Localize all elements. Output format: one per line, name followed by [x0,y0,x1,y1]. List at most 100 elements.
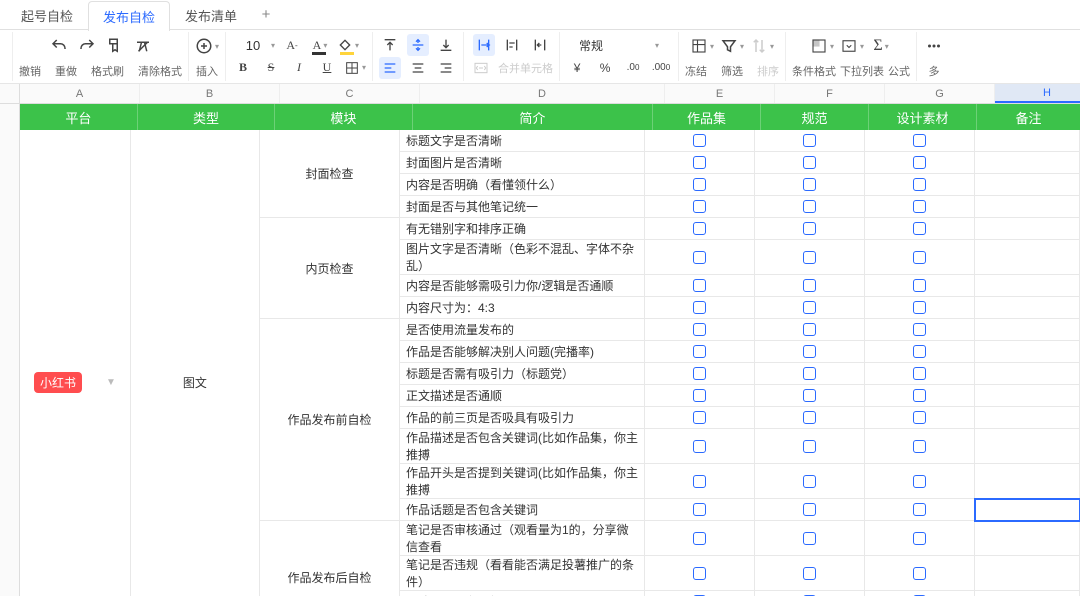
cell-remark[interactable] [975,521,1080,556]
hdr-desc[interactable]: 简介 [413,104,653,130]
hdr-spec[interactable]: 规范 [761,104,869,130]
cell-checkbox[interactable] [865,556,975,591]
checkbox-icon[interactable] [913,367,926,380]
cell-remark[interactable] [975,130,1080,152]
cell-checkbox[interactable] [865,297,975,319]
cell-checkbox[interactable] [865,275,975,297]
checkbox-icon[interactable] [803,251,816,264]
cell-desc[interactable]: 有无错别字和排序正确 [400,218,645,240]
cond-format-button[interactable]: ▾ [810,35,834,57]
cell-checkbox[interactable] [755,521,865,556]
cell-remark[interactable] [975,319,1080,341]
checkbox-icon[interactable] [913,222,926,235]
cell-checkbox[interactable] [645,174,755,196]
checkbox-icon[interactable] [803,532,816,545]
bold-button[interactable]: B [232,57,254,79]
cell-desc[interactable]: 内容是否能够需吸引力你/逻辑是否通顺 [400,275,645,297]
cell-desc[interactable]: 笔记是否违规（看看能否满足投薯推广的条件） [400,556,645,591]
halign-center-button[interactable] [407,57,429,79]
checkbox-icon[interactable] [803,279,816,292]
wrap-clip-button[interactable] [529,34,551,56]
tab-fabuqingdan[interactable]: 发布清单 [170,0,252,30]
corner-cell[interactable] [0,84,20,103]
checkbox-icon[interactable] [913,440,926,453]
cell-desc[interactable]: 作品是否能够解决别人问题(完播率) [400,341,645,363]
underline-button[interactable]: U [316,57,338,79]
checkbox-icon[interactable] [693,279,706,292]
checkbox-icon[interactable] [693,567,706,580]
cell-remark[interactable] [975,363,1080,385]
checkbox-icon[interactable] [693,345,706,358]
wrap-overflow-button[interactable] [473,34,495,56]
hdr-module[interactable]: 模块 [275,104,412,130]
checkbox-icon[interactable] [913,251,926,264]
fill-color-button[interactable]: ▾ [337,34,359,56]
cell-checkbox[interactable] [645,319,755,341]
checkbox-icon[interactable] [913,503,926,516]
checkbox-icon[interactable] [913,389,926,402]
col-G[interactable]: G [885,84,995,103]
cell-remark[interactable] [975,218,1080,240]
cell-checkbox[interactable] [755,319,865,341]
filter-button[interactable]: ▾ [720,35,744,57]
col-H[interactable]: H [995,84,1080,103]
checkbox-icon[interactable] [693,475,706,488]
cell-checkbox[interactable] [755,464,865,499]
cell-checkbox[interactable] [645,556,755,591]
italic-button[interactable]: I [288,57,310,79]
cell-remark[interactable] [975,407,1080,429]
cell-remark[interactable] [975,591,1080,596]
halign-right-button[interactable] [435,57,457,79]
cell-remark[interactable] [975,464,1080,499]
cell-checkbox[interactable] [645,385,755,407]
cell-desc[interactable]: 作品开头是否提到关键词(比如作品集，你主推搏 [400,464,645,499]
cell-checkbox[interactable] [645,521,755,556]
cell-checkbox[interactable] [755,196,865,218]
cell-checkbox[interactable] [755,363,865,385]
checkbox-icon[interactable] [913,411,926,424]
cell-platform[interactable]: 小红书 ▼ [20,130,131,596]
cell-checkbox[interactable] [645,130,755,152]
checkbox-icon[interactable] [803,200,816,213]
spreadsheet-grid[interactable]: 平台 类型 模块 简介 作品集 规范 设计素材 备注 小红书 ▼ 图文 封面检查… [20,104,1080,596]
cell-remark[interactable] [975,152,1080,174]
valign-bottom-button[interactable] [435,34,457,56]
checkbox-icon[interactable] [803,440,816,453]
cell-remark[interactable] [975,174,1080,196]
cell-checkbox[interactable] [865,319,975,341]
currency-button[interactable]: ¥ [566,57,588,79]
checkbox-icon[interactable] [803,389,816,402]
cell-checkbox[interactable] [755,499,865,521]
cell-checkbox[interactable] [865,130,975,152]
checkbox-icon[interactable] [803,567,816,580]
col-D[interactable]: D [420,84,665,103]
formula-button[interactable]: Σ▾ [870,35,892,57]
checkbox-icon[interactable] [913,301,926,314]
cell-checkbox[interactable] [755,130,865,152]
cell-desc[interactable]: 图片文字是否清晰（色彩不混乱、字体不杂乱） [400,240,645,275]
checkbox-icon[interactable] [913,532,926,545]
checkbox-icon[interactable] [803,411,816,424]
checkbox-icon[interactable] [913,323,926,336]
cell-desc[interactable]: 笔记是否审核通过（观看量为1的，分享微信查看 [400,521,645,556]
checkbox-icon[interactable] [913,200,926,213]
strike-button[interactable]: S [260,57,282,79]
cell-checkbox[interactable] [865,363,975,385]
cell-checkbox[interactable] [865,174,975,196]
cell-remark[interactable] [975,429,1080,464]
cell-checkbox[interactable] [645,196,755,218]
wrap-wrap-button[interactable] [501,34,523,56]
col-E[interactable]: E [665,84,775,103]
cell-checkbox[interactable] [755,556,865,591]
cell-checkbox[interactable] [645,218,755,240]
cell-desc[interactable]: 作品描述是否包含关键词(比如作品集，你主推搏 [400,429,645,464]
decimal-dec-button[interactable]: .00 [622,57,644,79]
undo-button[interactable] [48,35,70,57]
percent-button[interactable]: % [594,57,616,79]
cell-module[interactable]: 封面检查 [260,130,400,218]
cell-desc[interactable]: 标题是否需有吸引力（标题党） [400,363,645,385]
checkbox-icon[interactable] [693,251,706,264]
cell-checkbox[interactable] [645,429,755,464]
hdr-type[interactable]: 类型 [138,104,275,130]
checkbox-icon[interactable] [803,503,816,516]
